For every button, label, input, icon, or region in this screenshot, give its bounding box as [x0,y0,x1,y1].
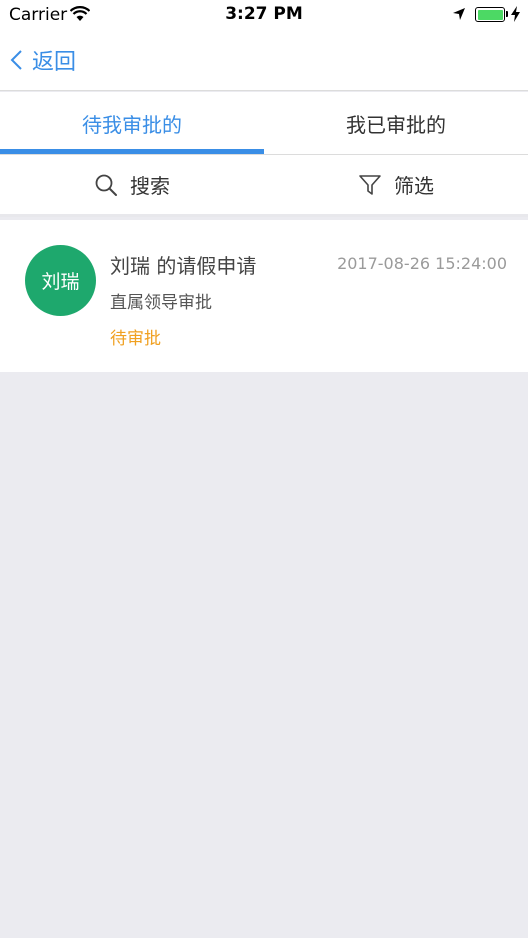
battery-tip [506,11,508,17]
list-item[interactable]: 刘瑞 刘瑞 的请假申请 2017-08-26 15:24:00 直属领导审批 待… [0,220,528,372]
filter-icon [359,174,381,195]
filter-button[interactable]: 筛选 [264,155,528,214]
search-label: 搜索 [130,174,170,198]
search-button[interactable]: 搜索 [0,155,264,214]
approval-list: 刘瑞 刘瑞 的请假申请 2017-08-26 15:24:00 直属领导审批 待… [0,220,528,372]
tab-bar: 待我审批的 我已审批的 [0,92,528,154]
location-arrow-icon [453,8,465,20]
toolbar: 搜索 筛选 [0,155,528,217]
screen: Carrier 3:27 PM 返回 待我审批的 我已审批的 搜索 筛选 刘瑞 … [0,0,528,938]
chevron-left-icon [10,50,22,70]
item-subtitle: 直属领导审批 [110,293,212,313]
filter-label: 筛选 [394,174,434,198]
charging-bolt-icon [511,6,520,22]
tab-pending-my-approval[interactable]: 待我审批的 [0,92,264,154]
search-icon [95,174,117,196]
item-timestamp: 2017-08-26 15:24:00 [337,254,507,273]
avatar: 刘瑞 [25,245,96,316]
battery-icon [475,7,505,22]
back-button[interactable]: 返回 [8,42,76,78]
status-bar: Carrier 3:27 PM [0,0,528,32]
tab-approved-by-me[interactable]: 我已审批的 [264,92,528,154]
back-label: 返回 [32,50,77,75]
nav-bar: 返回 [0,32,528,91]
status-time: 3:27 PM [225,4,303,24]
item-title: 刘瑞 的请假申请 [110,254,257,278]
status-badge: 待审批 [110,329,161,349]
